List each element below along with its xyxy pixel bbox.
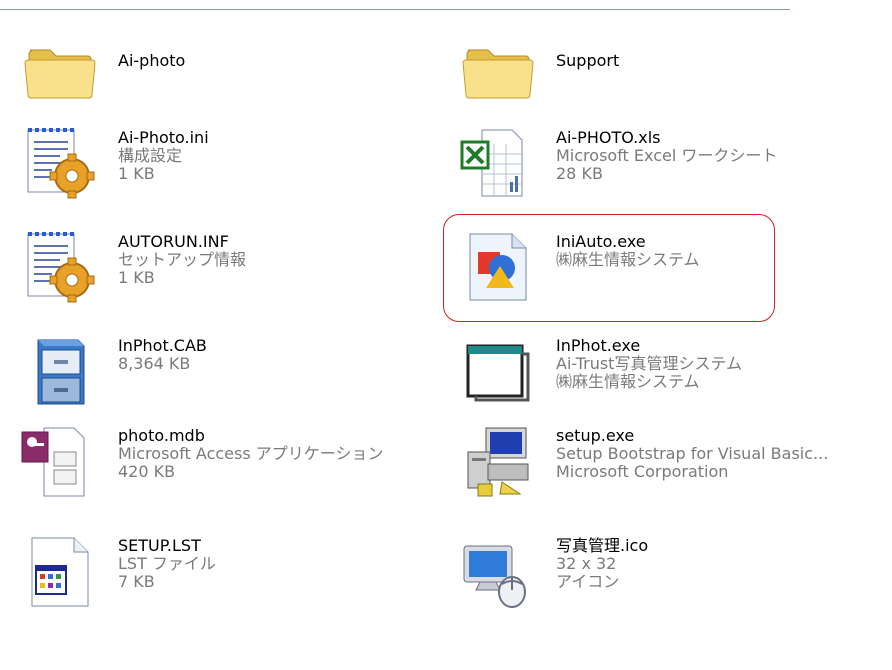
- file-dimensions: 32 x 32: [556, 554, 617, 573]
- file-name: Ai-photo: [118, 51, 186, 70]
- file-item-photo-manager-ico[interactable]: 写真管理.ico 32 x 32 アイコン: [458, 532, 888, 622]
- file-item-ai-photo-folder[interactable]: Ai-photo: [20, 30, 450, 120]
- pane-top-border: [0, 9, 790, 10]
- file-text: Ai-Photo.ini 構成設定 1 KB: [118, 129, 209, 183]
- file-size: 8,364 KB: [118, 354, 191, 373]
- file-name: Support: [556, 51, 620, 70]
- file-name: InPhot.CAB: [118, 336, 207, 355]
- file-size: 28 KB: [556, 164, 603, 183]
- file-name: setup.exe: [556, 426, 635, 445]
- file-type: セットアップ情報: [118, 250, 247, 269]
- folder-icon: [20, 30, 100, 110]
- file-type: Microsoft Access アプリケーション: [118, 444, 384, 463]
- file-item-setup-exe[interactable]: setup.exe Setup Bootstrap for Visual Bas…: [458, 422, 888, 512]
- file-description: Ai-Trust写真管理システム: [556, 354, 742, 373]
- setup-computer-icon: [458, 422, 538, 502]
- file-name: 写真管理.ico: [556, 536, 649, 555]
- window-exe-icon: [458, 332, 538, 412]
- file-type: アイコン: [556, 572, 620, 591]
- file-name: photo.mdb: [118, 426, 205, 445]
- file-size: 1 KB: [118, 268, 155, 287]
- application-exe-icon: [458, 228, 538, 308]
- cabinet-archive-icon: [20, 332, 100, 412]
- file-text: IniAuto.exe ㈱麻生情報システム: [556, 233, 700, 269]
- file-name: SETUP.LST: [118, 536, 201, 555]
- file-text: setup.exe Setup Bootstrap for Visual Bas…: [556, 427, 828, 481]
- file-type: Microsoft Excel ワークシート: [556, 146, 778, 165]
- file-size: 7 KB: [118, 572, 155, 591]
- file-text: Ai-photo: [118, 52, 185, 70]
- file-type: LST ファイル: [118, 554, 216, 573]
- file-name: Ai-Photo.ini: [118, 128, 209, 147]
- file-text: SETUP.LST LST ファイル 7 KB: [118, 537, 216, 591]
- file-name: IniAuto.exe: [556, 232, 646, 251]
- folder-icon: [458, 30, 538, 110]
- file-item-inphot-exe[interactable]: InPhot.exe Ai-Trust写真管理システム ㈱麻生情報システム: [458, 332, 888, 422]
- file-description: Setup Bootstrap for Visual Basic...: [556, 444, 829, 463]
- file-company: ㈱麻生情報システム: [556, 250, 700, 269]
- file-item-ai-photo-xls[interactable]: Ai-PHOTO.xls Microsoft Excel ワークシート 28 K…: [458, 124, 888, 214]
- file-company: Microsoft Corporation: [556, 462, 729, 481]
- file-item-setup-lst[interactable]: SETUP.LST LST ファイル 7 KB: [20, 532, 450, 622]
- file-type: 構成設定: [118, 146, 183, 165]
- file-name: InPhot.exe: [556, 336, 641, 355]
- file-item-iniauto-exe[interactable]: IniAuto.exe ㈱麻生情報システム: [458, 228, 888, 318]
- excel-spreadsheet-icon: [458, 124, 538, 204]
- file-text: InPhot.CAB 8,364 KB: [118, 337, 207, 373]
- lst-list-file-icon: [20, 532, 100, 612]
- file-company: ㈱麻生情報システム: [556, 372, 700, 391]
- computer-mouse-icon: [458, 532, 538, 612]
- file-text: photo.mdb Microsoft Access アプリケーション 420 …: [118, 427, 383, 481]
- file-item-ai-photo-ini[interactable]: Ai-Photo.ini 構成設定 1 KB: [20, 124, 450, 214]
- access-database-icon: [20, 422, 100, 502]
- file-text: Support: [556, 52, 619, 70]
- file-name: AUTORUN.INF: [118, 232, 229, 251]
- file-item-inphot-cab[interactable]: InPhot.CAB 8,364 KB: [20, 332, 450, 422]
- file-size: 1 KB: [118, 164, 155, 183]
- file-item-photo-mdb[interactable]: photo.mdb Microsoft Access アプリケーション 420 …: [20, 422, 450, 512]
- config-settings-icon: [20, 124, 100, 204]
- file-text: Ai-PHOTO.xls Microsoft Excel ワークシート 28 K…: [556, 129, 777, 183]
- file-size: 420 KB: [118, 462, 176, 481]
- setup-information-icon: [20, 228, 100, 308]
- file-item-support-folder[interactable]: Support: [458, 30, 888, 120]
- file-text: 写真管理.ico 32 x 32 アイコン: [556, 537, 648, 591]
- file-item-autorun-inf[interactable]: AUTORUN.INF セットアップ情報 1 KB: [20, 228, 450, 318]
- file-text: AUTORUN.INF セットアップ情報 1 KB: [118, 233, 246, 287]
- file-text: InPhot.exe Ai-Trust写真管理システム ㈱麻生情報システム: [556, 337, 742, 391]
- file-name: Ai-PHOTO.xls: [556, 128, 661, 147]
